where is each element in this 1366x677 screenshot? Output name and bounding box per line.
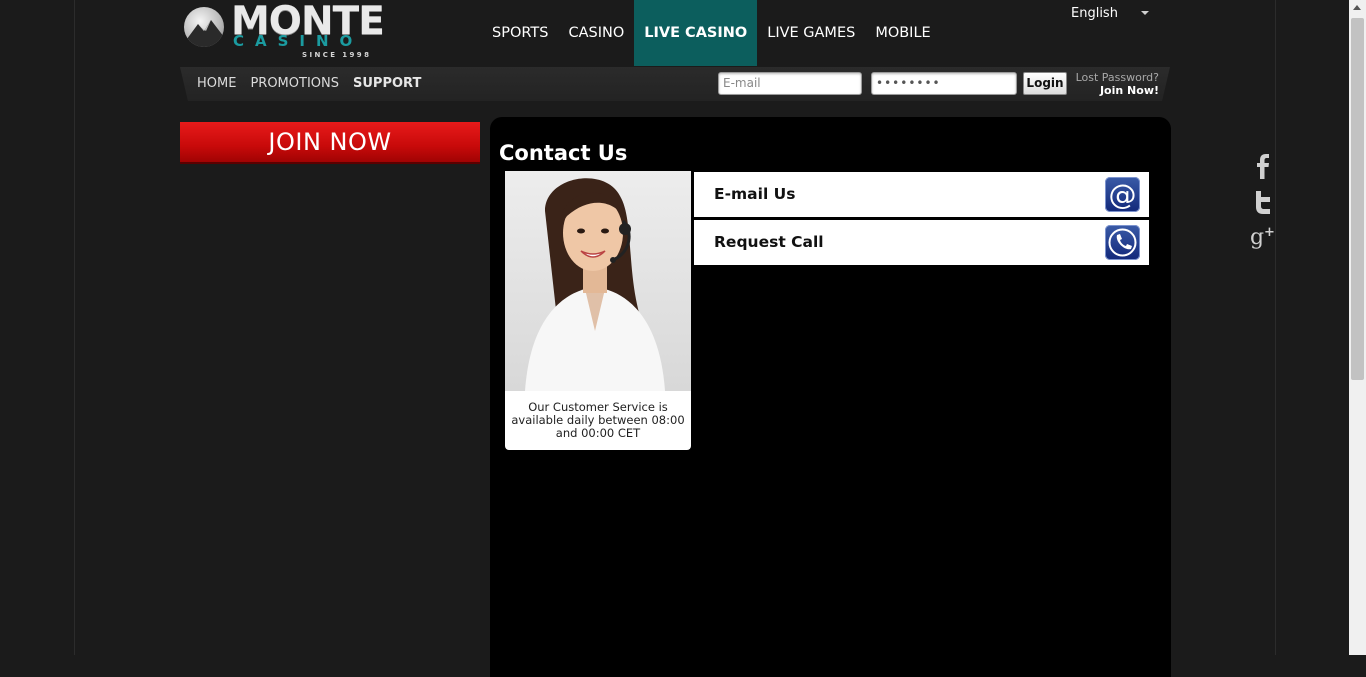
twitter-icon[interactable] [1250,188,1276,216]
nav-sports[interactable]: SPORTS [482,0,558,66]
join-now-button[interactable]: JOIN NOW [180,122,480,162]
nav-mobile[interactable]: MOBILE [865,0,940,66]
site-logo[interactable]: MONTE CASINO SINCE 1998 [184,0,385,63]
language-select[interactable]: English [1071,6,1155,24]
logo-mountain-icon [184,7,224,47]
request-call-label: Request Call [714,233,824,251]
page-border-left [74,0,75,655]
chevron-down-icon [1141,11,1149,15]
subnav-promotions[interactable]: PROMOTIONS [250,67,339,101]
lost-password-link[interactable]: Lost Password? [1070,71,1159,84]
email-field[interactable]: E-mail [718,72,862,95]
at-sign-icon: @ [1105,177,1140,212]
email-us-option[interactable]: E-mail Us @ [694,172,1149,217]
scrollbar-thumb[interactable] [1351,18,1364,380]
agent-photo [505,171,691,391]
phone-icon [1105,225,1140,260]
request-call-option[interactable]: Request Call [694,220,1149,265]
svg-text:g: g [1250,225,1264,250]
login-button[interactable]: Login [1023,72,1067,95]
svg-text:+: + [1264,225,1275,240]
service-hours-text: Our Customer Service is available daily … [511,400,685,440]
secondary-navigation: HOME PROMOTIONS SUPPORT [197,67,435,101]
scroll-up-icon[interactable] [1353,5,1361,10]
nav-live-casino[interactable]: LIVE CASINO [634,0,758,66]
svg-text:@: @ [1109,178,1137,211]
google-plus-icon[interactable]: g + [1250,222,1276,250]
subnav-support[interactable]: SUPPORT [353,67,421,101]
join-now-link[interactable]: Join Now! [1090,84,1159,97]
email-us-label: E-mail Us [714,185,796,203]
customer-service-card: Our Customer Service is available daily … [505,171,691,450]
logo-since: SINCE 1998 [302,51,372,59]
main-navigation: SPORTS CASINO LIVE CASINO LIVE GAMES MOB… [482,0,941,66]
language-label: English [1071,6,1118,21]
password-field[interactable]: •••••••• [871,72,1017,95]
nav-casino[interactable]: CASINO [558,0,634,66]
nav-live-games[interactable]: LIVE GAMES [757,0,865,66]
logo-subtitle: CASINO [233,32,364,50]
subnav-home[interactable]: HOME [197,67,236,101]
page-title: Contact Us [499,141,628,165]
facebook-icon[interactable] [1250,152,1276,180]
page-border-right [1275,0,1276,655]
